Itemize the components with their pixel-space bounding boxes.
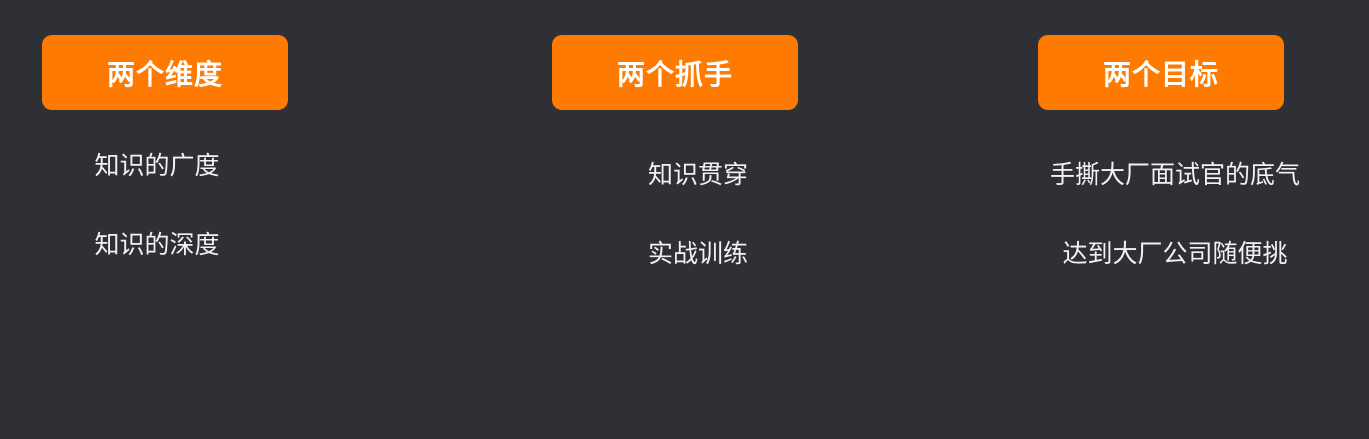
goals-item-choice: 达到大厂公司随便挑 [1062,239,1288,268]
goals-item-confidence: 手撕大厂面试官的底气 [1049,160,1301,189]
goals-title-badge: 两个目标 [1038,35,1284,110]
column-goals: 两个目标 手撕大厂面试官的底气 达到大厂公司随便挑 [0,0,1369,439]
goals-title: 两个目标 [1102,57,1219,91]
